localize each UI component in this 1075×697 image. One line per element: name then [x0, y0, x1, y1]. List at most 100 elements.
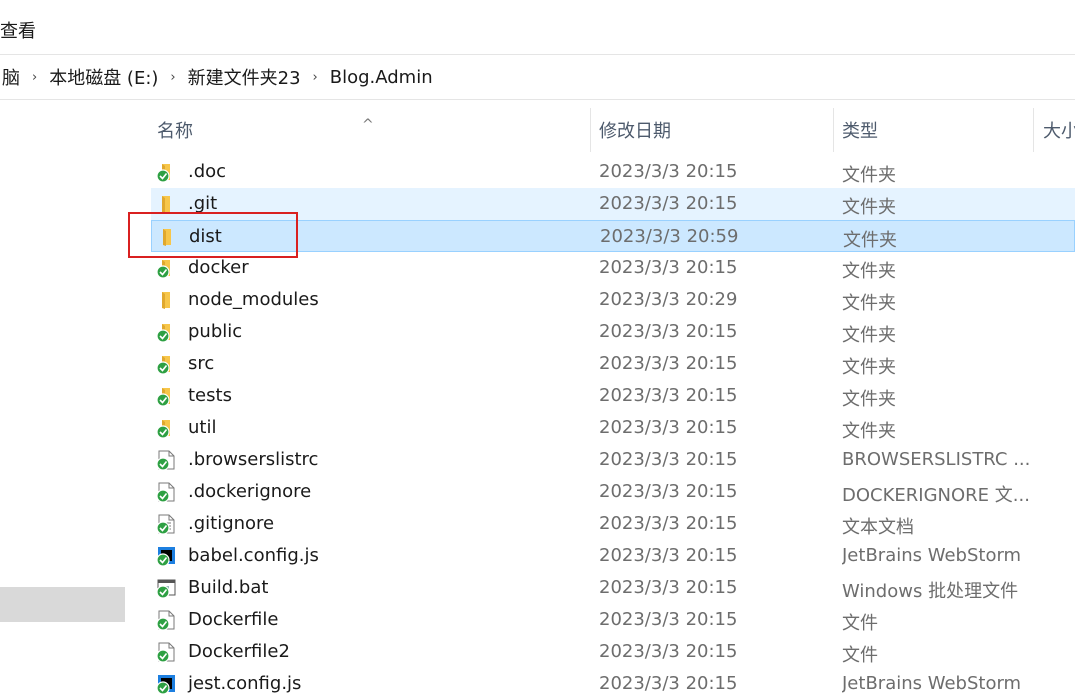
webstorm-file-synced-icon	[155, 673, 177, 695]
file-name: .doc	[188, 161, 227, 182]
column-header-type[interactable]: 类型	[833, 100, 1033, 156]
file-modified-date: 2023/3/3 20:15	[599, 641, 738, 662]
text-file-synced-icon	[155, 513, 177, 535]
file-name: Build.bat	[188, 577, 269, 598]
file-modified-date: 2023/3/3 20:15	[599, 577, 738, 598]
file-name: node_modules	[188, 289, 319, 310]
file-type: 文件夹	[843, 230, 897, 251]
file-type: 文件夹	[842, 421, 896, 442]
chevron-right-icon[interactable]: ›	[313, 70, 318, 85]
column-header-modified-label: 修改日期	[599, 121, 671, 142]
webstorm-file-synced-icon	[155, 545, 177, 567]
file-type: 文件夹	[842, 389, 896, 410]
file-type: BROWSERSLISTRC ...	[842, 449, 1031, 470]
file-row[interactable]: src 2023/3/3 20:15 文件夹	[151, 348, 1075, 380]
menubar: 查看	[0, 0, 1075, 55]
file-modified-date: 2023/3/3 20:59	[600, 226, 739, 247]
file-name: babel.config.js	[188, 545, 319, 566]
file-synced-icon	[155, 481, 177, 503]
file-modified-date: 2023/3/3 20:15	[599, 513, 738, 534]
sort-ascending-icon: ^	[362, 117, 374, 133]
file-row[interactable]: .browserslistrc 2023/3/3 20:15 BROWSERSLIS…	[151, 444, 1075, 476]
folder-icon	[155, 289, 177, 311]
address-bar[interactable]: 脑 › 本地磁盘 (E:) › 新建文件夹23 › Blog.Admin	[0, 55, 1075, 100]
file-name: .dockerignore	[188, 481, 312, 502]
file-row[interactable]: jest.config.js 2023/3/3 20:15 JetBrains We…	[151, 668, 1075, 697]
file-type: 文件	[842, 645, 878, 666]
file-row[interactable]: .gitignore 2023/3/3 20:15 文本文档	[151, 508, 1075, 540]
file-type: 文件	[842, 613, 878, 634]
folder-synced-icon	[155, 321, 177, 343]
file-row[interactable]: .doc 2023/3/3 20:15 文件夹	[151, 156, 1075, 188]
file-synced-icon	[155, 641, 177, 663]
file-modified-date: 2023/3/3 20:29	[599, 289, 738, 310]
file-row[interactable]: node_modules 2023/3/3 20:29 文件夹	[151, 284, 1075, 316]
file-list[interactable]: 名称 ^ 修改日期 类型 大小 .doc 2023/3/3 20:15 文件夹 .gi…	[130, 100, 1075, 697]
breadcrumb-item-current[interactable]: Blog.Admin	[328, 67, 435, 88]
column-header-name-label: 名称	[157, 121, 193, 142]
batch-file-synced-icon	[155, 577, 177, 599]
column-header-modified[interactable]: 修改日期	[590, 100, 833, 156]
file-type: JetBrains WebStorm	[842, 545, 1022, 566]
breadcrumb-item-folder[interactable]: 新建文件夹23	[186, 64, 303, 90]
file-name: Dockerfile	[188, 609, 279, 630]
folder-synced-icon	[155, 161, 177, 183]
file-modified-date: 2023/3/3 20:15	[599, 673, 738, 694]
file-modified-date: 2023/3/3 20:15	[599, 545, 738, 566]
chevron-right-icon[interactable]: ›	[32, 70, 37, 85]
column-header-type-label: 类型	[842, 121, 878, 142]
breadcrumb: 脑 › 本地磁盘 (E:) › 新建文件夹23 › Blog.Admin	[0, 64, 435, 90]
file-name: src	[188, 353, 215, 374]
file-modified-date: 2023/3/3 20:15	[599, 385, 738, 406]
file-type: 文件夹	[842, 197, 896, 218]
file-modified-date: 2023/3/3 20:15	[599, 417, 738, 438]
file-row[interactable]: docker 2023/3/3 20:15 文件夹	[151, 252, 1075, 284]
menu-view[interactable]: 查看	[0, 17, 36, 43]
file-modified-date: 2023/3/3 20:15	[599, 449, 738, 470]
folder-synced-icon	[155, 257, 177, 279]
column-header-size[interactable]: 大小	[1033, 100, 1075, 156]
file-row[interactable]: .dockerignore 2023/3/3 20:15 DOCKERIGNORE …	[151, 476, 1075, 508]
file-modified-date: 2023/3/3 20:15	[599, 161, 738, 182]
file-row[interactable]: babel.config.js 2023/3/3 20:15 JetBrains W…	[151, 540, 1075, 572]
breadcrumb-item-drive[interactable]: 本地磁盘 (E:)	[47, 64, 160, 90]
folder-icon	[156, 226, 178, 248]
file-row[interactable]: tests 2023/3/3 20:15 文件夹	[151, 380, 1075, 412]
file-type: JetBrains WebStorm	[842, 673, 1022, 694]
file-type: Windows 批处理文件	[842, 581, 1019, 602]
file-name: jest.config.js	[188, 673, 302, 694]
file-type: 文件夹	[842, 293, 896, 314]
file-name: public	[188, 321, 243, 342]
file-name: .gitignore	[188, 513, 275, 534]
file-row[interactable]: dist 2023/3/3 20:59 文件夹	[151, 220, 1075, 252]
nav-selected-item[interactable]	[0, 587, 125, 622]
file-name: tests	[188, 385, 232, 406]
file-name: .browserslistrc	[188, 449, 319, 470]
file-type: 文件夹	[842, 357, 896, 378]
breadcrumb-item-computer[interactable]: 脑	[0, 64, 22, 90]
file-modified-date: 2023/3/3 20:15	[599, 609, 738, 630]
folder-synced-icon	[155, 353, 177, 375]
file-row[interactable]: Dockerfile 2023/3/3 20:15 文件	[151, 604, 1075, 636]
file-name: .git	[188, 193, 218, 214]
file-row[interactable]: Build.bat 2023/3/3 20:15 Windows 批处理文件	[151, 572, 1075, 604]
file-row[interactable]: Dockerfile2 2023/3/3 20:15 文件	[151, 636, 1075, 668]
chevron-right-icon[interactable]: ›	[170, 70, 175, 85]
file-type: 文本文档	[842, 517, 914, 538]
file-modified-date: 2023/3/3 20:15	[599, 257, 738, 278]
file-synced-icon	[155, 449, 177, 471]
file-type: 文件夹	[842, 165, 896, 186]
file-row[interactable]: .git 2023/3/3 20:15 文件夹	[151, 188, 1075, 220]
file-type: 文件夹	[842, 261, 896, 282]
file-name: Dockerfile2	[188, 641, 290, 662]
folder-synced-icon	[155, 417, 177, 439]
file-modified-date: 2023/3/3 20:15	[599, 353, 738, 374]
column-header-name[interactable]: 名称 ^	[130, 100, 590, 156]
file-name: dist	[189, 226, 222, 247]
navigation-pane[interactable]	[0, 100, 127, 697]
folder-synced-icon	[155, 385, 177, 407]
file-modified-date: 2023/3/3 20:15	[599, 481, 738, 502]
file-row[interactable]: public 2023/3/3 20:15 文件夹	[151, 316, 1075, 348]
file-name: util	[188, 417, 217, 438]
file-row[interactable]: util 2023/3/3 20:15 文件夹	[151, 412, 1075, 444]
